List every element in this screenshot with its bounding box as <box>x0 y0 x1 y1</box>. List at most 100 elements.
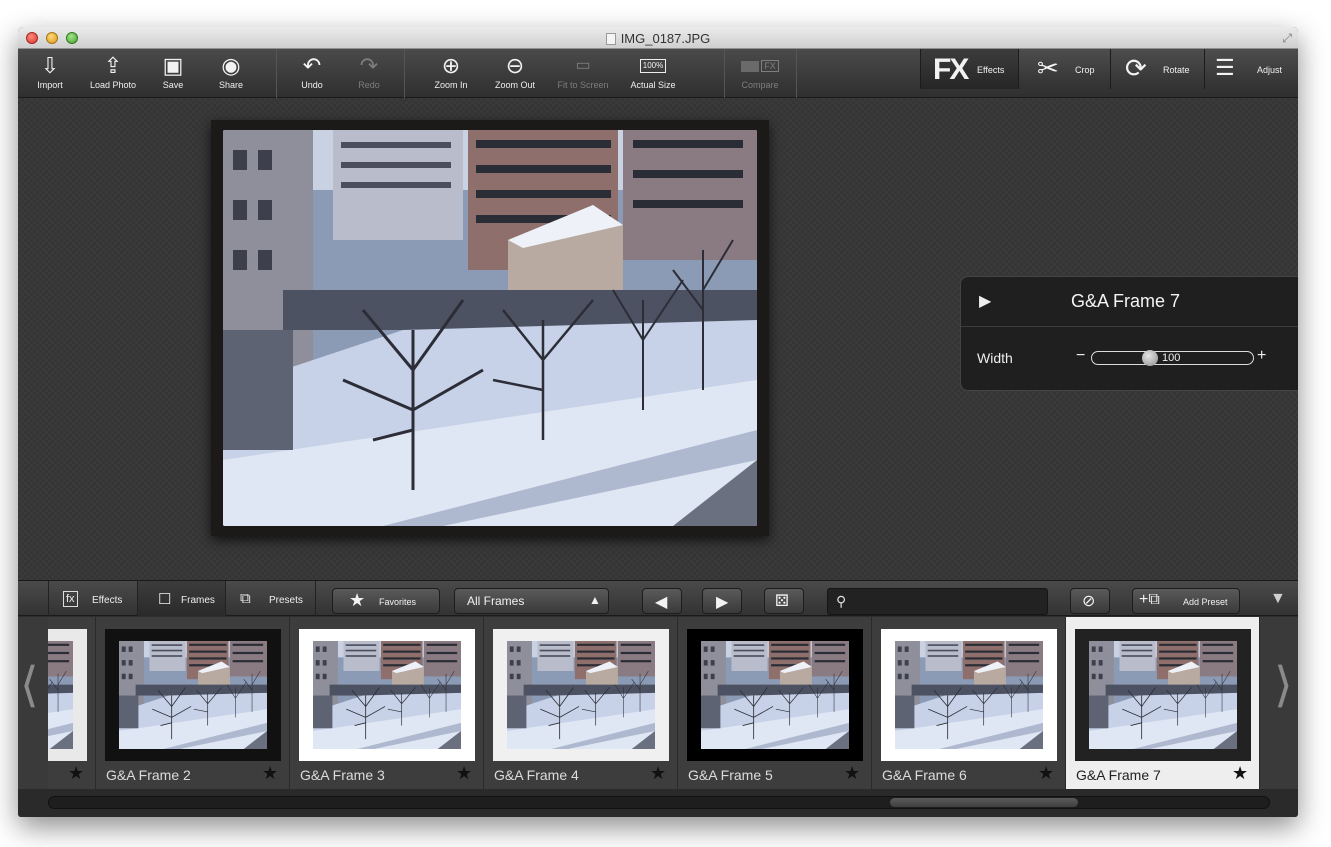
search-field[interactable]: ⚲ <box>827 588 1048 615</box>
thumbnail-label: G&A Frame 2 <box>106 767 191 783</box>
zoom-out-icon: ⊖ <box>505 53 525 78</box>
sliders-icon: ☰ <box>1215 55 1235 80</box>
dropdown-value: All Frames <box>467 594 525 608</box>
width-slider[interactable]: 100 <box>1091 350 1254 366</box>
tab-effects[interactable]: FX Effects <box>920 49 1018 89</box>
save-label: Save <box>162 80 184 90</box>
fit-to-screen-icon: ▭ <box>575 57 591 74</box>
width-decrease-button[interactable]: − <box>1076 347 1085 365</box>
import-icon: ⇩ <box>40 53 60 78</box>
clear-effect-button[interactable]: ⊘ <box>1070 588 1110 614</box>
window-title-text: IMG_0187.JPG <box>620 31 711 46</box>
thumbnail-image <box>881 629 1057 761</box>
arrow-left-icon: ◀ <box>655 594 668 611</box>
actual-size-label: Actual Size <box>630 80 676 90</box>
width-slider-knob[interactable] <box>1142 350 1158 366</box>
search-input[interactable] <box>856 593 1042 611</box>
fit-to-screen-label: Fit to Screen <box>557 80 609 90</box>
scroll-right-icon[interactable]: ⟩ <box>1274 657 1293 713</box>
zoom-out-label: Zoom Out <box>494 80 535 90</box>
tab-adjust[interactable]: ☰ Adjust <box>1204 49 1298 89</box>
actual-size-button[interactable]: 100% Actual Size <box>626 52 680 96</box>
compare-label: Compare <box>741 80 779 90</box>
frames-category-dropdown[interactable]: All Frames ▲ <box>454 588 609 614</box>
thumbnail-strip: ⟨ G&A Frame 1★G&A Frame 2★G&A Frame 3★G&… <box>18 617 1298 789</box>
tab-effects-browser[interactable]: fx Effects <box>48 581 138 616</box>
save-icon: ▣ <box>162 53 184 78</box>
tab-rotate-label: Rotate <box>1163 65 1190 75</box>
add-preset-button[interactable]: +⧉ Add Preset <box>1132 588 1240 614</box>
scroll-left-icon[interactable]: ⟨ <box>20 657 39 713</box>
thumbnail-item[interactable]: G&A Frame 4 ★ <box>484 617 678 789</box>
dice-icon: ⚄ <box>775 593 789 610</box>
favorite-star-icon[interactable]: ★ <box>844 763 860 784</box>
favorites-button[interactable]: ★ Favorites <box>332 588 440 614</box>
import-button[interactable]: ⇩ Import <box>32 52 68 96</box>
share-button[interactable]: ◉ Share <box>214 52 248 96</box>
load-photo-icon: ⇪ <box>103 53 123 78</box>
effect-panel-header: ▶ G&A Frame 7 <box>961 277 1298 327</box>
favorite-star-icon[interactable]: ★ <box>650 763 666 784</box>
thumbnail-item[interactable]: G&A Frame 3 ★ <box>290 617 484 789</box>
tab-frames[interactable]: ☐ Frames <box>138 581 226 616</box>
thumbnail-image <box>299 629 475 761</box>
photo-canvas[interactable] <box>211 120 769 536</box>
thumbnail-label: G&A Frame 4 <box>494 767 579 783</box>
tab-crop[interactable]: ✂ Crop <box>1018 49 1110 89</box>
thumbnail-item[interactable]: G&A Frame 7 ★ <box>1066 617 1260 789</box>
favorite-star-icon[interactable]: ★ <box>456 763 472 784</box>
favorite-star-icon[interactable]: ★ <box>262 763 278 784</box>
load-photo-button[interactable]: ⇪ Load Photo <box>86 52 140 96</box>
thumbnail-image <box>1075 629 1251 761</box>
thumbnail-list: G&A Frame 1★G&A Frame 2★G&A Frame 3★G&A … <box>48 617 1268 789</box>
thumbnail-scrollbar[interactable] <box>18 789 1298 817</box>
width-increase-button[interactable]: + <box>1257 347 1266 365</box>
thumbnail-item[interactable]: G&A Frame 6 ★ <box>872 617 1066 789</box>
next-button[interactable]: ▶ <box>702 588 742 614</box>
random-button[interactable]: ⚄ <box>764 588 804 614</box>
zoom-in-button[interactable]: ⊕ Zoom In <box>430 52 472 96</box>
thumbnail-item[interactable]: G&A Frame 2 ★ <box>96 617 290 789</box>
thumbnail-image <box>105 629 281 761</box>
favorite-star-icon[interactable]: ★ <box>1038 763 1054 784</box>
chevron-up-icon: ▲ <box>589 593 601 607</box>
tab-presets[interactable]: ⧉ Presets <box>226 581 316 616</box>
width-value: 100 <box>1162 352 1181 364</box>
favorite-star-icon[interactable]: ★ <box>1232 763 1248 784</box>
thumbnail-image <box>493 629 669 761</box>
thumbnail-label: G&A Frame 6 <box>882 767 967 783</box>
zoom-out-button[interactable]: ⊖ Zoom Out <box>492 52 538 96</box>
thumbnail-label: G&A Frame 3 <box>300 767 385 783</box>
scrollbar-track[interactable] <box>48 796 1270 809</box>
undo-button[interactable]: ↶ Undo <box>294 52 330 96</box>
thumbnail-image <box>48 629 87 761</box>
edited-photo <box>223 130 757 526</box>
share-label: Share <box>218 80 244 90</box>
favorite-star-icon[interactable]: ★ <box>68 763 84 784</box>
fx-icon: fx <box>63 591 78 607</box>
document-icon <box>605 33 616 45</box>
thumbnail-item[interactable]: G&A Frame 5 ★ <box>678 617 872 789</box>
scissors-icon: ✂ <box>1037 53 1059 83</box>
thumbnail-item[interactable]: G&A Frame 1★ <box>48 617 96 789</box>
search-icon: ⚲ <box>836 593 847 609</box>
collapse-arrow-icon[interactable]: ▼ <box>1270 590 1286 608</box>
title-bar: IMG_0187.JPG ⤢ <box>18 27 1298 49</box>
tab-rotate[interactable]: ⟳ Rotate <box>1110 49 1204 89</box>
previous-button[interactable]: ◀ <box>642 588 682 614</box>
fullscreen-icon[interactable]: ⤢ <box>1282 31 1292 46</box>
scrollbar-thumb[interactable] <box>890 798 1078 807</box>
favorites-label: Favorites <box>379 597 417 607</box>
tab-effects-browser-label: Effects <box>92 595 123 606</box>
actual-size-icon: 100% <box>626 52 680 80</box>
fit-to-screen-button[interactable]: ▭ Fit to Screen <box>552 52 614 96</box>
redo-button[interactable]: ↷ Redo <box>352 52 386 96</box>
compare-button[interactable]: FX Compare <box>734 52 786 96</box>
toolbar-separator <box>796 49 797 98</box>
save-button[interactable]: ▣ Save <box>156 52 190 96</box>
effect-settings-panel: ▶ G&A Frame 7 Width − 100 + <box>960 276 1298 391</box>
add-preset-label: Add Preset <box>1183 597 1228 607</box>
actual-size-badge: 100% <box>639 59 667 73</box>
fx-icon: FX <box>933 53 969 86</box>
play-icon[interactable]: ▶ <box>979 291 991 311</box>
